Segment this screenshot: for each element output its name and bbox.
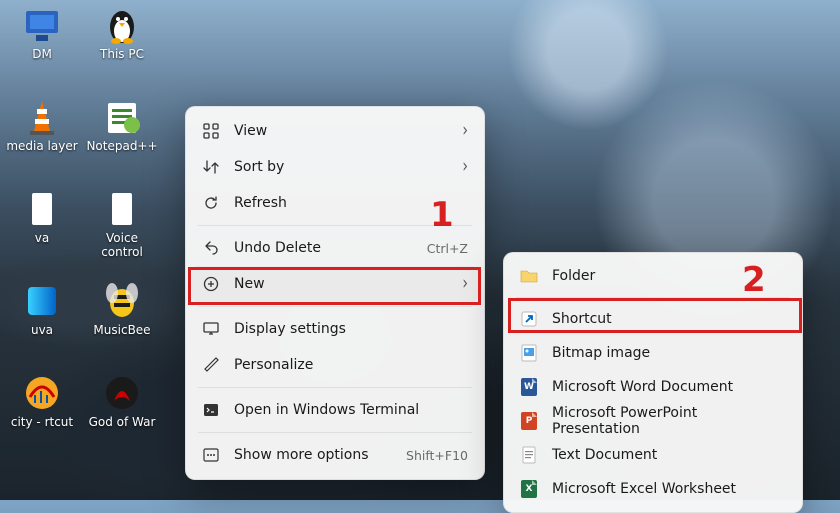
powerpoint-icon: P bbox=[520, 412, 538, 430]
desktop-icon-notepadpp[interactable]: Notepad++ bbox=[84, 94, 160, 180]
desktop-icon-city[interactable]: city - rtcut bbox=[4, 370, 80, 456]
terminal-icon bbox=[202, 401, 220, 419]
chevron-right-icon: › bbox=[462, 121, 468, 142]
submenu-item-label: Bitmap image bbox=[552, 345, 650, 361]
file-icon bbox=[101, 188, 143, 230]
desktop-icon-label: uva bbox=[31, 324, 53, 338]
menu-item-view[interactable]: View › bbox=[192, 113, 478, 149]
grid-icon bbox=[202, 122, 220, 140]
submenu-item-label: Microsoft PowerPoint Presentation bbox=[552, 405, 786, 437]
new-submenu: Folder Shortcut Bitmap image W Microsoft… bbox=[503, 252, 803, 513]
submenu-item-label: Microsoft Word Document bbox=[552, 379, 733, 395]
submenu-item-shortcut[interactable]: Shortcut bbox=[510, 302, 796, 336]
bitmap-icon bbox=[520, 344, 538, 362]
menu-item-label: Undo Delete bbox=[234, 240, 417, 256]
submenu-item-label: Shortcut bbox=[552, 311, 612, 327]
desktop-icon-label: city - rtcut bbox=[11, 416, 73, 430]
menu-item-sort-by[interactable]: Sort by › bbox=[192, 149, 478, 185]
undo-icon bbox=[202, 239, 220, 257]
chevron-right-icon: › bbox=[462, 274, 468, 295]
menu-item-label: Personalize bbox=[234, 357, 468, 373]
musicbee-icon bbox=[101, 280, 143, 322]
excel-icon: X bbox=[520, 480, 538, 498]
desktop-icons-grid: DM This PC media layer Notepad++ va Voic… bbox=[4, 2, 160, 456]
menu-separator bbox=[198, 387, 472, 388]
desktop-icon-label: MusicBee bbox=[93, 324, 150, 338]
desktop-icon-label: media layer bbox=[6, 140, 77, 154]
word-icon: W bbox=[520, 378, 538, 396]
folder-icon bbox=[520, 267, 538, 285]
submenu-item-powerpoint[interactable]: P Microsoft PowerPoint Presentation bbox=[510, 404, 796, 438]
menu-item-label: Refresh bbox=[234, 195, 468, 211]
submenu-item-label: Microsoft Excel Worksheet bbox=[552, 481, 736, 497]
menu-item-accelerator: Ctrl+Z bbox=[427, 241, 468, 256]
desktop-icon-this-pc[interactable]: This PC bbox=[84, 2, 160, 88]
audacity-icon bbox=[21, 372, 63, 414]
desktop-icon-label: God of War bbox=[89, 416, 156, 430]
menu-item-label: Show more options bbox=[234, 447, 396, 463]
menu-item-accelerator: Shift+F10 bbox=[406, 448, 468, 463]
penguin-icon bbox=[101, 4, 143, 46]
menu-item-undo-delete[interactable]: Undo Delete Ctrl+Z bbox=[192, 230, 478, 266]
submenu-item-folder[interactable]: Folder bbox=[510, 259, 796, 293]
desktop-icon-uva[interactable]: uva bbox=[4, 278, 80, 364]
notepadpp-icon bbox=[101, 96, 143, 138]
menu-item-label: View bbox=[234, 123, 452, 139]
desktop-icon-va[interactable]: va bbox=[4, 186, 80, 272]
desktop-icon-musicbee[interactable]: MusicBee bbox=[84, 278, 160, 364]
menu-item-display-settings[interactable]: Display settings bbox=[192, 311, 478, 347]
desktop-icon-label: Notepad++ bbox=[86, 140, 157, 154]
desktop-icon-media[interactable]: media layer bbox=[4, 94, 80, 180]
text-file-icon bbox=[520, 446, 538, 464]
vlc-icon bbox=[21, 96, 63, 138]
app-icon bbox=[21, 280, 63, 322]
refresh-icon bbox=[202, 194, 220, 212]
desktop-icon-label: This PC bbox=[100, 48, 144, 62]
game-icon bbox=[101, 372, 143, 414]
desktop-icon-voice-control[interactable]: Voice control bbox=[84, 186, 160, 272]
plus-circle-icon bbox=[202, 275, 220, 293]
menu-separator bbox=[516, 297, 790, 298]
menu-separator bbox=[198, 432, 472, 433]
chevron-right-icon: › bbox=[462, 157, 468, 178]
menu-item-refresh[interactable]: Refresh bbox=[192, 185, 478, 221]
menu-item-label: Display settings bbox=[234, 321, 468, 337]
desktop-icon-label: va bbox=[35, 232, 49, 246]
menu-separator bbox=[198, 225, 472, 226]
shortcut-icon bbox=[520, 310, 538, 328]
desktop-icon-label: Voice control bbox=[86, 232, 158, 260]
file-icon bbox=[21, 188, 63, 230]
menu-item-new[interactable]: New › bbox=[192, 266, 478, 302]
sort-icon bbox=[202, 158, 220, 176]
submenu-item-bitmap[interactable]: Bitmap image bbox=[510, 336, 796, 370]
desktop-icon-dm[interactable]: DM bbox=[4, 2, 80, 88]
desktop-context-menu: View › Sort by › Refresh Undo Delete Ctr… bbox=[185, 106, 485, 480]
menu-item-open-terminal[interactable]: Open in Windows Terminal bbox=[192, 392, 478, 428]
menu-item-label: New bbox=[234, 276, 452, 292]
menu-item-label: Open in Windows Terminal bbox=[234, 402, 468, 418]
menu-separator bbox=[198, 306, 472, 307]
submenu-item-label: Folder bbox=[552, 268, 595, 284]
more-options-icon bbox=[202, 446, 220, 464]
desktop-icon-god-of-war[interactable]: God of War bbox=[84, 370, 160, 456]
menu-item-label: Sort by bbox=[234, 159, 452, 175]
desktop-icon-label: DM bbox=[32, 48, 52, 62]
menu-item-personalize[interactable]: Personalize bbox=[192, 347, 478, 383]
submenu-item-label: Text Document bbox=[552, 447, 657, 463]
submenu-item-excel[interactable]: X Microsoft Excel Worksheet bbox=[510, 472, 796, 506]
menu-item-show-more[interactable]: Show more options Shift+F10 bbox=[192, 437, 478, 473]
brush-icon bbox=[202, 356, 220, 374]
submenu-item-text[interactable]: Text Document bbox=[510, 438, 796, 472]
submenu-item-word[interactable]: W Microsoft Word Document bbox=[510, 370, 796, 404]
display-icon bbox=[202, 320, 220, 338]
app-icon bbox=[21, 4, 63, 46]
